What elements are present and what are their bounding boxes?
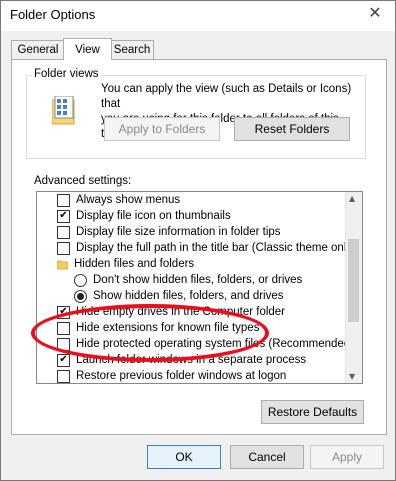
list-item-label: Display file icon on thumbnails — [76, 210, 231, 222]
folder-options-window: Folder Options ✕ General View Search Fol… — [0, 0, 396, 481]
radio-button[interactable] — [74, 289, 87, 303]
apply-button[interactable]: Apply — [310, 445, 384, 469]
tab-search[interactable]: Search — [110, 40, 154, 59]
list-item[interactable]: Display file size information in folder … — [57, 224, 281, 240]
list-item-label: Display file size information in folder … — [76, 226, 281, 238]
list-item-label: Don't show hidden files, folders, or dri… — [93, 274, 303, 286]
list-item-label: Hidden files and folders — [74, 258, 195, 270]
list-item-label: Hide protected operating system files (R… — [76, 338, 355, 350]
list-item[interactable]: Don't show hidden files, folders, or dri… — [74, 272, 302, 288]
list-item[interactable]: Hide extensions for known file types — [57, 320, 259, 336]
checkbox[interactable] — [57, 321, 70, 335]
checkbox[interactable] — [57, 369, 70, 383]
list-item[interactable]: ✔ Hide empty drives in the Computer fold… — [57, 304, 285, 320]
title-bar[interactable]: Folder Options ✕ — [1, 1, 395, 31]
list-item-label: Restore previous folder windows at logon — [76, 370, 287, 382]
description-line-1: You can apply the view (such as Details … — [101, 83, 352, 110]
checkbox[interactable]: ✔ — [57, 305, 70, 319]
ok-button[interactable]: OK — [147, 445, 221, 469]
folder-view-icon — [51, 95, 76, 126]
checkbox[interactable] — [57, 193, 70, 207]
list-item-label: Show hidden files, folders, and drives — [93, 290, 284, 302]
close-button[interactable]: ✕ — [358, 1, 392, 23]
scrollbar-thumb[interactable] — [348, 239, 359, 322]
folder-views-label: Folder views — [32, 68, 101, 80]
list-item[interactable]: ✔ Launch folder windows in a separate pr… — [57, 352, 306, 368]
list-item[interactable]: Display the full path in the title bar (… — [57, 240, 356, 256]
window-title: Folder Options — [10, 7, 96, 22]
checkbox[interactable] — [57, 337, 70, 351]
vertical-scrollbar[interactable]: ▲ ▼ — [345, 192, 362, 383]
scroll-down-icon[interactable]: ▼ — [349, 372, 355, 381]
radio-button[interactable] — [74, 273, 87, 287]
tab-view[interactable]: View — [63, 38, 112, 60]
advanced-settings-list[interactable]: Always show menus ✔ Display file icon on… — [36, 191, 363, 384]
list-item-label: Launch folder windows in a separate proc… — [76, 354, 307, 366]
checkbox[interactable] — [57, 225, 70, 239]
list-item: Hidden files and folders — [56, 256, 195, 272]
tab-general[interactable]: General — [11, 40, 65, 59]
list-item[interactable]: ✔ Display file icon on thumbnails — [57, 208, 231, 224]
list-item-label: Always show menus — [76, 194, 181, 206]
list-item[interactable]: Hide protected operating system files (R… — [57, 336, 354, 352]
reset-folders-button[interactable]: Reset Folders — [234, 117, 350, 141]
list-item[interactable]: Always show menus — [57, 192, 180, 208]
list-item[interactable]: Show hidden files, folders, and drives — [74, 288, 284, 304]
cancel-button[interactable]: Cancel — [230, 445, 304, 469]
apply-to-folders-button[interactable]: Apply to Folders — [104, 117, 220, 141]
list-item-label: Display the full path in the title bar (… — [76, 242, 356, 254]
list-item[interactable]: Restore previous folder windows at logon — [57, 368, 287, 383]
advanced-settings-label: Advanced settings: — [34, 175, 132, 187]
folder-icon — [56, 259, 69, 270]
list-item-label: Hide extensions for known file types — [76, 322, 260, 334]
restore-defaults-button[interactable]: Restore Defaults — [261, 400, 364, 424]
scroll-up-icon[interactable]: ▲ — [349, 194, 355, 203]
checkbox[interactable]: ✔ — [57, 353, 70, 367]
checkbox[interactable]: ✔ — [57, 209, 70, 223]
list-item-label: Hide empty drives in the Computer folder — [76, 306, 286, 318]
checkbox[interactable] — [57, 241, 70, 255]
close-icon: ✕ — [368, 2, 382, 22]
